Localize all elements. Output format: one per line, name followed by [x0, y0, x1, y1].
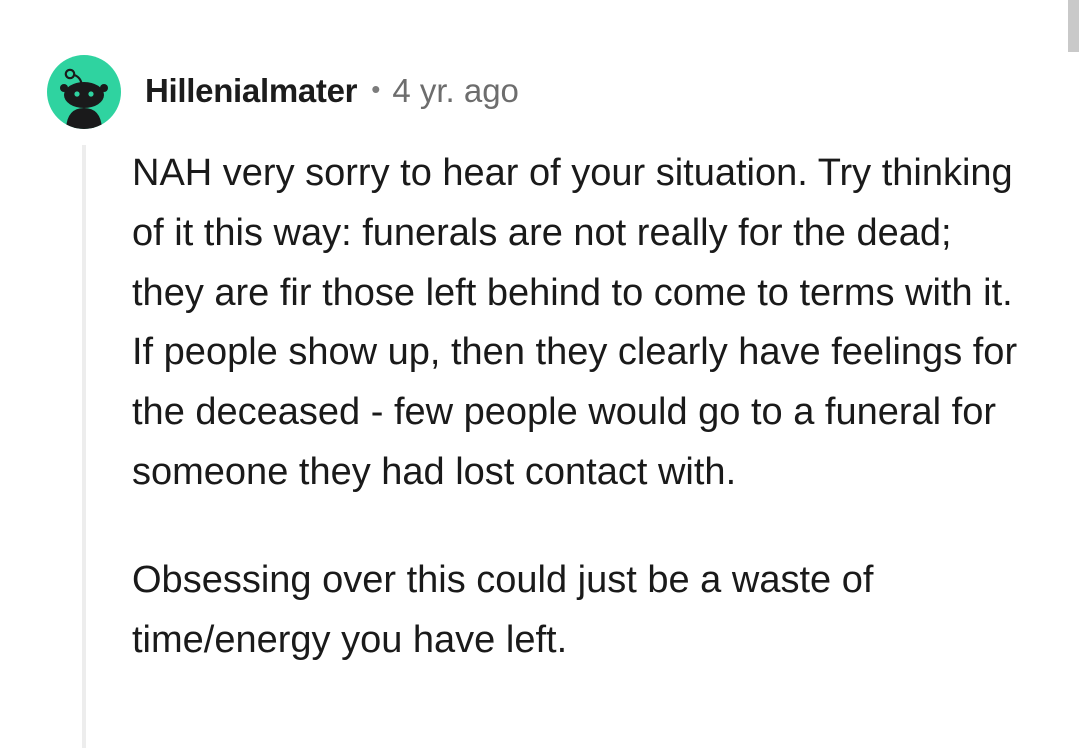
- user-avatar[interactable]: [47, 55, 121, 129]
- comment-timestamp[interactable]: 4 yr. ago: [392, 72, 519, 110]
- comment-header: Hillenialmater • 4 yr. ago: [145, 70, 519, 112]
- comment-paragraph: NAH very sorry to hear of your situation…: [132, 152, 1018, 493]
- meta-separator: •: [371, 73, 381, 104]
- comment: Hillenialmater • 4 yr. ago NAH very sorr…: [0, 0, 1079, 748]
- snoo-avatar-icon: [60, 68, 108, 129]
- author-username[interactable]: Hillenialmater: [145, 72, 358, 110]
- comment-paragraph: Obsessing over this could just be a wast…: [132, 558, 874, 661]
- comment-body: NAH very sorry to hear of your situation…: [132, 144, 1032, 670]
- thread-line[interactable]: [82, 145, 86, 748]
